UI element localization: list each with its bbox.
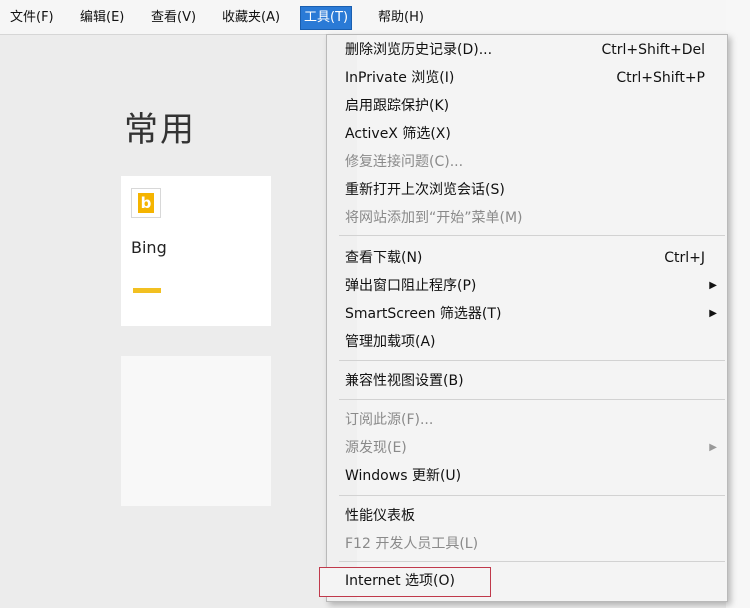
shortcut-inprivate: Ctrl+Shift+P: [616, 70, 705, 86]
menu-item-reopen-session[interactable]: 重新打开上次浏览会话(S): [345, 177, 505, 203]
submenu-arrow-icon: ▶: [709, 280, 717, 291]
tile-activity-bar: [133, 288, 161, 293]
right-edge: [726, 0, 750, 608]
menu-separator: [339, 561, 725, 562]
menu-item-add-to-start: 将网站添加到“开始”菜单(M): [345, 210, 523, 226]
menu-separator: [339, 495, 725, 496]
menu-item-popup-blocker[interactable]: 弹出窗口阻止程序(P): [345, 273, 476, 299]
menu-item-feed-discovery: 源发现(E): [345, 440, 407, 456]
menu-item-performance-dashboard[interactable]: 性能仪表板: [345, 503, 415, 529]
menu-item-internet-options[interactable]: Internet 选项(O): [345, 568, 455, 594]
menu-item-fix-connection: 修复连接问题(C)...: [345, 154, 464, 170]
shortcut-view-downloads: Ctrl+J: [664, 250, 705, 266]
tile-label: Bing: [131, 238, 167, 257]
menu-item-inprivate[interactable]: InPrivate 浏览(I): [345, 65, 454, 91]
menu-item-manage-addons[interactable]: 管理加载项(A): [345, 329, 436, 355]
menu-item-smartscreen[interactable]: SmartScreen 筛选器(T): [345, 301, 501, 327]
bing-logo-icon: b: [131, 188, 161, 218]
submenu-arrow-icon: ▶: [709, 308, 717, 319]
menu-edit[interactable]: 编辑(E): [77, 7, 127, 29]
menu-separator: [339, 399, 725, 400]
shortcut-delete-history: Ctrl+Shift+Del: [601, 42, 705, 58]
menu-item-tracking-protection[interactable]: 启用跟踪保护(K): [345, 93, 449, 119]
menu-item-compat-view[interactable]: 兼容性视图设置(B): [345, 368, 464, 394]
frequent-site-tile-empty[interactable]: [121, 356, 271, 506]
menu-separator: [339, 360, 725, 361]
menu-separator: [339, 235, 725, 236]
menu-item-delete-history[interactable]: 删除浏览历史记录(D)...: [345, 37, 492, 63]
menu-help[interactable]: 帮助(H): [375, 7, 427, 29]
menu-favorites[interactable]: 收藏夹(A): [219, 7, 283, 29]
menu-view[interactable]: 查看(V): [148, 7, 199, 29]
menu-item-subscribe-feed: 订阅此源(F)...: [345, 412, 434, 428]
submenu-arrow-icon: ▶: [709, 442, 717, 453]
menu-item-view-downloads[interactable]: 查看下载(N): [345, 245, 422, 271]
menu-bar: 文件(F) 编辑(E) 查看(V) 收藏夹(A) 工具(T) 帮助(H): [0, 0, 750, 35]
menu-file[interactable]: 文件(F): [7, 7, 57, 29]
tools-dropdown-menu: 删除浏览历史记录(D)... Ctrl+Shift+Del InPrivate …: [319, 34, 728, 602]
frequent-site-tile-bing[interactable]: b Bing: [121, 176, 271, 326]
menu-item-activex-filter[interactable]: ActiveX 筛选(X): [345, 121, 451, 147]
menu-item-f12-devtools: F12 开发人员工具(L): [345, 536, 479, 552]
menu-tools[interactable]: 工具(T): [300, 6, 353, 30]
menu-item-windows-update[interactable]: Windows 更新(U): [345, 463, 461, 489]
page-title: 常用: [124, 110, 196, 150]
